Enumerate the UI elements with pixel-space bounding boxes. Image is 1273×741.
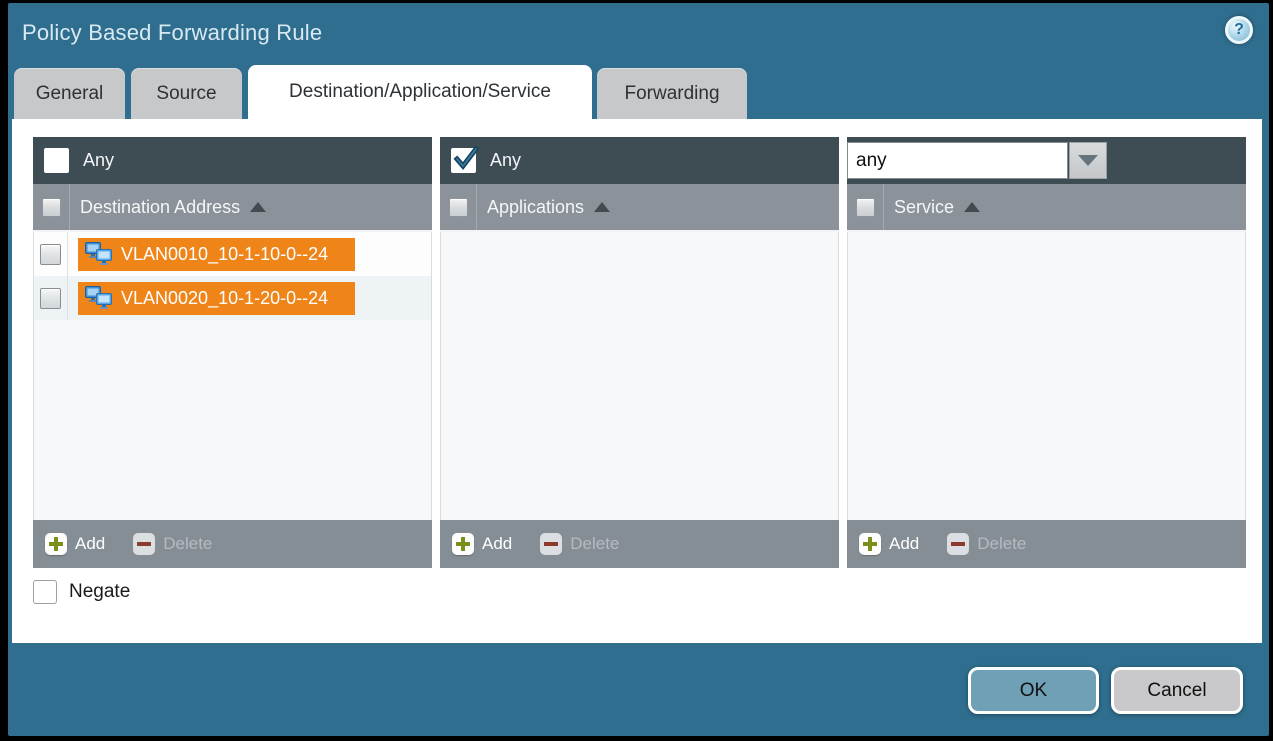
tab-content-panel: Any Destination Address <box>12 119 1262 643</box>
delete-button[interactable]: Delete <box>540 533 619 555</box>
tab-dest-label: Destination/Application/Service <box>289 81 551 103</box>
dropdown-arrow-icon <box>1078 155 1098 166</box>
applications-header-label: Applications <box>487 197 584 218</box>
destination-address-item[interactable]: VLAN0010_10-1-10-0--24 <box>78 238 355 271</box>
network-computers-icon <box>85 242 113 266</box>
service-dropdown-input[interactable] <box>847 142 1068 179</box>
service-select-all-checkbox[interactable] <box>856 198 875 217</box>
cancel-button[interactable]: Cancel <box>1111 667 1243 714</box>
applications-any-bar: Any <box>440 137 839 184</box>
delete-button[interactable]: Delete <box>947 533 1026 555</box>
delete-icon <box>540 533 562 555</box>
list-item-label: VLAN0010_10-1-10-0--24 <box>121 244 328 265</box>
dialog-title: Policy Based Forwarding Rule <box>22 20 322 46</box>
destination-any-bar: Any <box>33 137 432 184</box>
applications-any-label: Any <box>490 150 521 171</box>
service-dropdown-button[interactable] <box>1069 142 1107 179</box>
negate-checkbox[interactable] <box>33 580 57 604</box>
destination-any-label: Any <box>83 150 114 171</box>
row-checkbox[interactable] <box>40 288 61 309</box>
tab-source-label: Source <box>156 83 216 105</box>
sort-ascending-icon[interactable] <box>250 202 266 212</box>
service-dropdown-bar <box>847 137 1246 184</box>
tab-general[interactable]: General <box>14 68 125 119</box>
applications-list <box>440 232 839 520</box>
add-button-label: Add <box>482 534 512 554</box>
destination-address-column: Any Destination Address <box>33 137 432 568</box>
add-icon <box>45 533 67 555</box>
applications-header-label-wrap: Applications <box>487 197 610 218</box>
destination-header-label: Destination Address <box>80 197 240 218</box>
applications-header-checkbox-cell <box>440 184 477 230</box>
checkmark-icon <box>452 145 480 173</box>
service-actions-bar: Add Delete <box>847 520 1246 568</box>
destination-header-checkbox-cell <box>33 184 70 230</box>
network-computers-icon <box>85 286 113 310</box>
tab-forwarding-label: Forwarding <box>624 83 719 105</box>
destination-address-item[interactable]: VLAN0020_10-1-20-0--24 <box>78 282 355 315</box>
delete-button[interactable]: Delete <box>133 533 212 555</box>
applications-any-checkbox[interactable] <box>451 148 476 173</box>
table-row: VLAN0010_10-1-10-0--24 <box>34 232 431 276</box>
service-header-label: Service <box>894 197 954 218</box>
add-button[interactable]: Add <box>859 533 919 555</box>
tab-source[interactable]: Source <box>131 68 242 119</box>
add-button-label: Add <box>889 534 919 554</box>
destination-address-header: Destination Address <box>33 184 432 232</box>
destination-address-list: VLAN0010_10-1-10-0--24 <box>33 232 432 520</box>
applications-header: Applications <box>440 184 839 232</box>
list-item-label: VLAN0020_10-1-20-0--24 <box>121 288 328 309</box>
ok-button[interactable]: OK <box>968 667 1099 714</box>
sort-ascending-icon[interactable] <box>964 202 980 212</box>
delete-icon <box>947 533 969 555</box>
service-list <box>847 232 1246 520</box>
delete-icon <box>133 533 155 555</box>
applications-select-all-checkbox[interactable] <box>449 198 468 217</box>
destination-actions-bar: Add Delete <box>33 520 432 568</box>
add-button[interactable]: Add <box>452 533 512 555</box>
service-header: Service <box>847 184 1246 232</box>
negate-option: Negate <box>33 580 130 604</box>
destination-select-all-checkbox[interactable] <box>42 198 61 217</box>
negate-label: Negate <box>69 581 130 603</box>
row-checkbox-cell <box>34 276 68 320</box>
service-header-label-wrap: Service <box>894 197 980 218</box>
destination-header-label-wrap: Destination Address <box>80 197 266 218</box>
tab-general-label: General <box>36 83 104 105</box>
cancel-button-label: Cancel <box>1147 680 1206 702</box>
add-button-label: Add <box>75 534 105 554</box>
policy-forwarding-dialog: Policy Based Forwarding Rule ? General S… <box>8 3 1269 736</box>
add-icon <box>452 533 474 555</box>
delete-button-label: Delete <box>163 534 212 554</box>
add-icon <box>859 533 881 555</box>
tab-forwarding[interactable]: Forwarding <box>597 68 747 119</box>
ok-button-label: OK <box>1020 680 1047 702</box>
help-icon[interactable]: ? <box>1225 16 1253 44</box>
sort-ascending-icon[interactable] <box>594 202 610 212</box>
service-column: Service Add Delete <box>847 137 1246 568</box>
destination-any-checkbox[interactable] <box>44 148 69 173</box>
applications-column: Any Applications Add Delete <box>440 137 839 568</box>
row-checkbox-cell <box>34 232 68 276</box>
applications-actions-bar: Add Delete <box>440 520 839 568</box>
row-checkbox[interactable] <box>40 244 61 265</box>
tab-destination-application-service[interactable]: Destination/Application/Service <box>248 65 592 119</box>
delete-button-label: Delete <box>570 534 619 554</box>
delete-button-label: Delete <box>977 534 1026 554</box>
service-header-checkbox-cell <box>847 184 884 230</box>
table-row: VLAN0020_10-1-20-0--24 <box>34 276 431 320</box>
add-button[interactable]: Add <box>45 533 105 555</box>
